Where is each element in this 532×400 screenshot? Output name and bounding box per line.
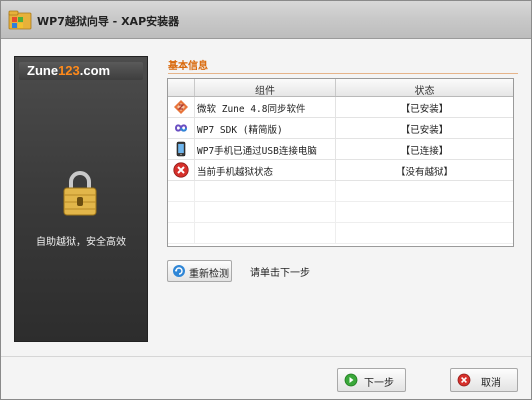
table-header: 组件 状态 (168, 79, 513, 97)
component-name: WP7手机已通过USB连接电脑 (197, 146, 317, 157)
row-separator (335, 181, 336, 201)
component-name: WP7 SDK (精简版) (197, 125, 283, 136)
sidebar-panel: Zune123.com 自助越狱，安全高效 (14, 56, 148, 342)
logo-part-com: .com (79, 63, 111, 78)
logo-part-zune: Zune (27, 63, 59, 78)
sidebar-slogan: 自助越狱，安全高效 (36, 237, 126, 248)
site-logo: Zune123.com (23, 62, 114, 79)
column-header-component[interactable]: 组件 (195, 82, 335, 97)
component-status: 【已安装】 (400, 104, 449, 115)
row-separator (335, 223, 336, 243)
row-separator (335, 202, 336, 222)
recheck-button[interactable]: 重新检测 (167, 260, 232, 282)
next-button[interactable]: 下一步 (337, 368, 406, 392)
infinity-sdk-icon (174, 124, 188, 132)
component-name: 当前手机越狱状态 (197, 167, 274, 178)
row-icon-cell (168, 181, 195, 201)
column-header-status[interactable]: 状态 (336, 82, 513, 97)
window-title: WP7越狱向导 - XAP安装器 (37, 15, 180, 28)
row-icon-cell (168, 202, 195, 222)
refresh-icon (173, 265, 185, 277)
app-folder-icon (8, 10, 32, 30)
empty-row (168, 181, 513, 202)
error-x-icon (173, 162, 189, 178)
header-icon-column (168, 79, 195, 96)
installer-window: WP7越狱向导 - XAP安装器 Zune123.com 自助越狱，安全高效 基… (0, 0, 532, 400)
component-status: 【没有越狱】 (395, 167, 453, 178)
table-row[interactable]: 当前手机越狱状态 【没有越狱】 (168, 160, 513, 181)
component-status: 【已连接】 (400, 146, 449, 157)
empty-row (168, 223, 513, 244)
footer-divider (1, 356, 531, 357)
section-divider (168, 73, 518, 74)
title-bar[interactable]: WP7越狱向导 - XAP安装器 (1, 1, 531, 39)
zune-icon (174, 100, 188, 114)
cancel-button[interactable]: 取消 (450, 368, 518, 392)
logo-part-123: 123 (58, 63, 80, 78)
table-row[interactable]: 微软 Zune 4.8同步软件 【已安装】 (168, 97, 513, 118)
table-row[interactable]: WP7 SDK (精简版) 【已安装】 (168, 118, 513, 139)
phone-icon (176, 141, 186, 157)
next-arrow-icon (344, 373, 358, 387)
row-icon-cell (168, 223, 195, 243)
cancel-x-icon (457, 373, 471, 387)
component-status: 【已安装】 (400, 125, 449, 136)
component-status-table: 组件 状态 微软 Zune 4.8同步软件 【已安装】 WP7 SDK (精简版… (167, 78, 514, 247)
cancel-button-label: 取消 (481, 378, 501, 389)
padlock-icon (63, 171, 97, 216)
component-name: 微软 Zune 4.8同步软件 (197, 104, 306, 115)
instruction-hint: 请单击下一步 (250, 268, 310, 279)
section-title: 基本信息 (168, 61, 208, 72)
table-row[interactable]: WP7手机已通过USB连接电脑 【已连接】 (168, 139, 513, 160)
next-button-label: 下一步 (364, 378, 394, 389)
recheck-button-label: 重新检测 (189, 269, 229, 280)
empty-row (168, 202, 513, 223)
